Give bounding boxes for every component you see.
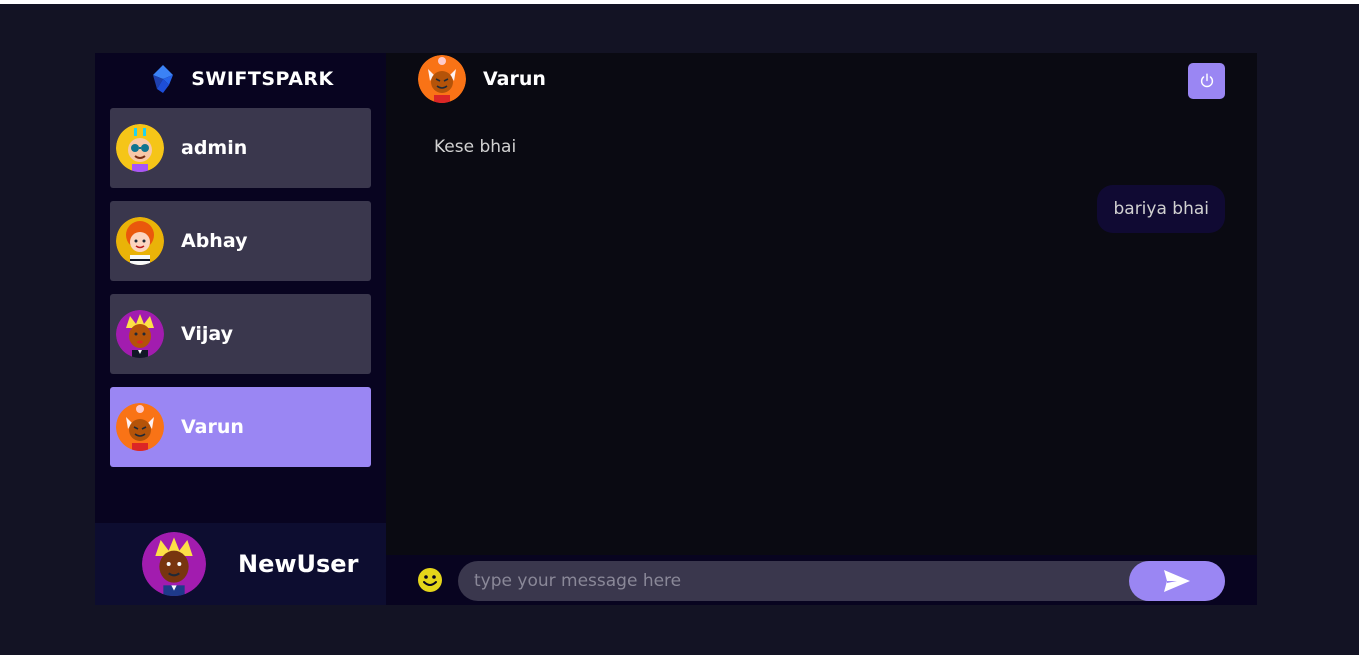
- message-input-wrap: [458, 560, 1225, 602]
- smiley-icon[interactable]: [417, 567, 443, 593]
- power-icon: [1200, 73, 1213, 88]
- contact-item-abhay[interactable]: Abhay: [110, 201, 371, 281]
- swiftspark-logo-icon: [153, 65, 174, 93]
- contact-list: admin Abhay Vijay Varun: [110, 108, 371, 480]
- message-sent: bariya bhai: [418, 185, 1225, 233]
- contact-item-varun[interactable]: Varun: [110, 387, 371, 467]
- contact-name: admin: [181, 137, 248, 159]
- message-input[interactable]: [458, 560, 1129, 602]
- avatar-blonde-icon: [116, 310, 164, 358]
- page-top-strip: [0, 0, 1359, 4]
- message-composer: [386, 555, 1257, 605]
- avatar-redhair-icon: [116, 217, 164, 265]
- contact-item-admin[interactable]: admin: [110, 108, 371, 188]
- chat-contact-name: Varun: [483, 68, 546, 90]
- brand: SWIFTSPARK: [95, 53, 386, 105]
- contact-name: Varun: [181, 416, 244, 438]
- current-user-panel: NewUser: [95, 523, 386, 605]
- message-text: Kese bhai: [434, 137, 517, 157]
- send-icon: [1164, 570, 1190, 592]
- contact-name: Vijay: [181, 323, 234, 345]
- message-list: Kese bhai bariya bhai: [418, 123, 1225, 233]
- avatar-glasses-icon: [116, 124, 164, 172]
- contact-item-vijay[interactable]: Vijay: [110, 294, 371, 374]
- message-text: bariya bhai: [1097, 185, 1225, 233]
- contact-name: Abhay: [181, 230, 248, 252]
- chat-app: SWIFTSPARK admin Abhay Vijay Varun NewUs…: [95, 53, 1257, 605]
- current-user-name: NewUser: [238, 550, 359, 578]
- message-received: Kese bhai: [418, 123, 1225, 171]
- avatar-orange-icon: [116, 403, 164, 451]
- contacts-sidebar: SWIFTSPARK admin Abhay Vijay Varun NewUs…: [95, 53, 386, 605]
- chat-header: Varun: [386, 53, 1257, 105]
- avatar-orange-icon: [418, 55, 466, 103]
- send-button[interactable]: [1129, 561, 1225, 601]
- brand-name: SWIFTSPARK: [191, 68, 334, 90]
- avatar-blonde-icon: [142, 532, 206, 596]
- chat-panel: Varun Kese bhai bariya bhai: [386, 53, 1257, 605]
- logout-button[interactable]: [1188, 63, 1225, 99]
